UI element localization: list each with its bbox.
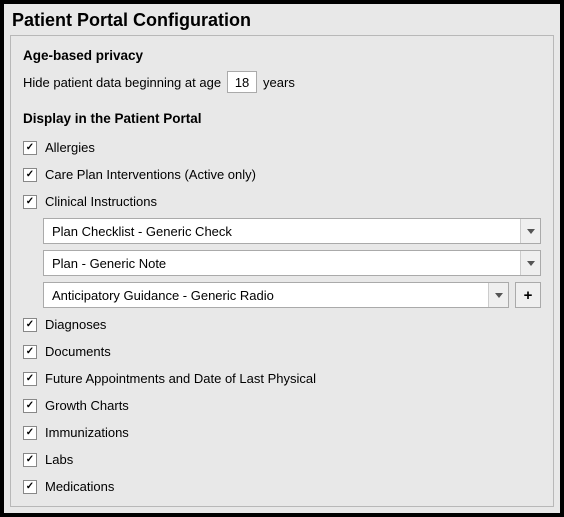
option-label: Immunizations xyxy=(45,425,129,440)
checkbox[interactable] xyxy=(23,453,37,467)
checkbox[interactable] xyxy=(23,168,37,182)
dropdown-selected: Anticipatory Guidance - Generic Radio xyxy=(44,288,488,303)
option-row: Diagnoses xyxy=(23,311,541,338)
option-label: Medications xyxy=(45,479,114,494)
option-row: Immunizations xyxy=(23,419,541,446)
age-row: Hide patient data beginning at age years xyxy=(23,71,541,93)
checkbox[interactable] xyxy=(23,426,37,440)
dropdown-selected: Plan Checklist - Generic Check xyxy=(44,224,520,239)
option-row: Clinical Instructions xyxy=(23,188,541,215)
clinical-instruction-dropdown[interactable]: Plan Checklist - Generic Check xyxy=(43,218,541,244)
checkbox[interactable] xyxy=(23,195,37,209)
option-label: Diagnoses xyxy=(45,317,106,332)
option-row: Care Plan Interventions (Active only) xyxy=(23,161,541,188)
dropdown-selected: Plan - Generic Note xyxy=(44,256,520,271)
option-row: Medications xyxy=(23,473,541,500)
option-label: Care Plan Interventions (Active only) xyxy=(45,167,256,182)
chevron-down-icon[interactable] xyxy=(520,251,540,275)
checkbox[interactable] xyxy=(23,345,37,359)
scroll-panel[interactable]: Age-based privacy Hide patient data begi… xyxy=(10,35,554,507)
checkbox[interactable] xyxy=(23,318,37,332)
checkbox[interactable] xyxy=(23,399,37,413)
privacy-heading: Age-based privacy xyxy=(23,48,541,63)
add-button[interactable]: + xyxy=(515,282,541,308)
option-row: Allergies xyxy=(23,134,541,161)
option-label: Documents xyxy=(45,344,111,359)
option-label: Allergies xyxy=(45,140,95,155)
display-heading: Display in the Patient Portal xyxy=(23,111,541,126)
options-list: Allergies Care Plan Interventions (Active… xyxy=(23,134,541,500)
age-input[interactable] xyxy=(227,71,257,93)
checkbox[interactable] xyxy=(23,372,37,386)
age-label-after: years xyxy=(263,75,295,90)
option-label: Labs xyxy=(45,452,73,467)
option-label: Growth Charts xyxy=(45,398,129,413)
panel-wrap: Age-based privacy Hide patient data begi… xyxy=(4,35,560,513)
dropdown-row: Plan - Generic Note xyxy=(23,247,541,279)
config-window: Patient Portal Configuration Age-based p… xyxy=(0,0,564,517)
option-row: Documents xyxy=(23,338,541,365)
window-title: Patient Portal Configuration xyxy=(4,4,560,35)
dropdown-row: Plan Checklist - Generic Check xyxy=(23,215,541,247)
checkbox[interactable] xyxy=(23,141,37,155)
clinical-instruction-dropdown[interactable]: Anticipatory Guidance - Generic Radio xyxy=(43,282,509,308)
age-label-before: Hide patient data beginning at age xyxy=(23,75,221,90)
option-row: Future Appointments and Date of Last Phy… xyxy=(23,365,541,392)
checkbox[interactable] xyxy=(23,480,37,494)
option-label: Future Appointments and Date of Last Phy… xyxy=(45,371,316,386)
option-row: Growth Charts xyxy=(23,392,541,419)
option-row: Labs xyxy=(23,446,541,473)
clinical-instruction-dropdown[interactable]: Plan - Generic Note xyxy=(43,250,541,276)
chevron-down-icon[interactable] xyxy=(520,219,540,243)
dropdown-row: Anticipatory Guidance - Generic Radio + xyxy=(23,279,541,311)
chevron-down-icon[interactable] xyxy=(488,283,508,307)
option-label: Clinical Instructions xyxy=(45,194,157,209)
